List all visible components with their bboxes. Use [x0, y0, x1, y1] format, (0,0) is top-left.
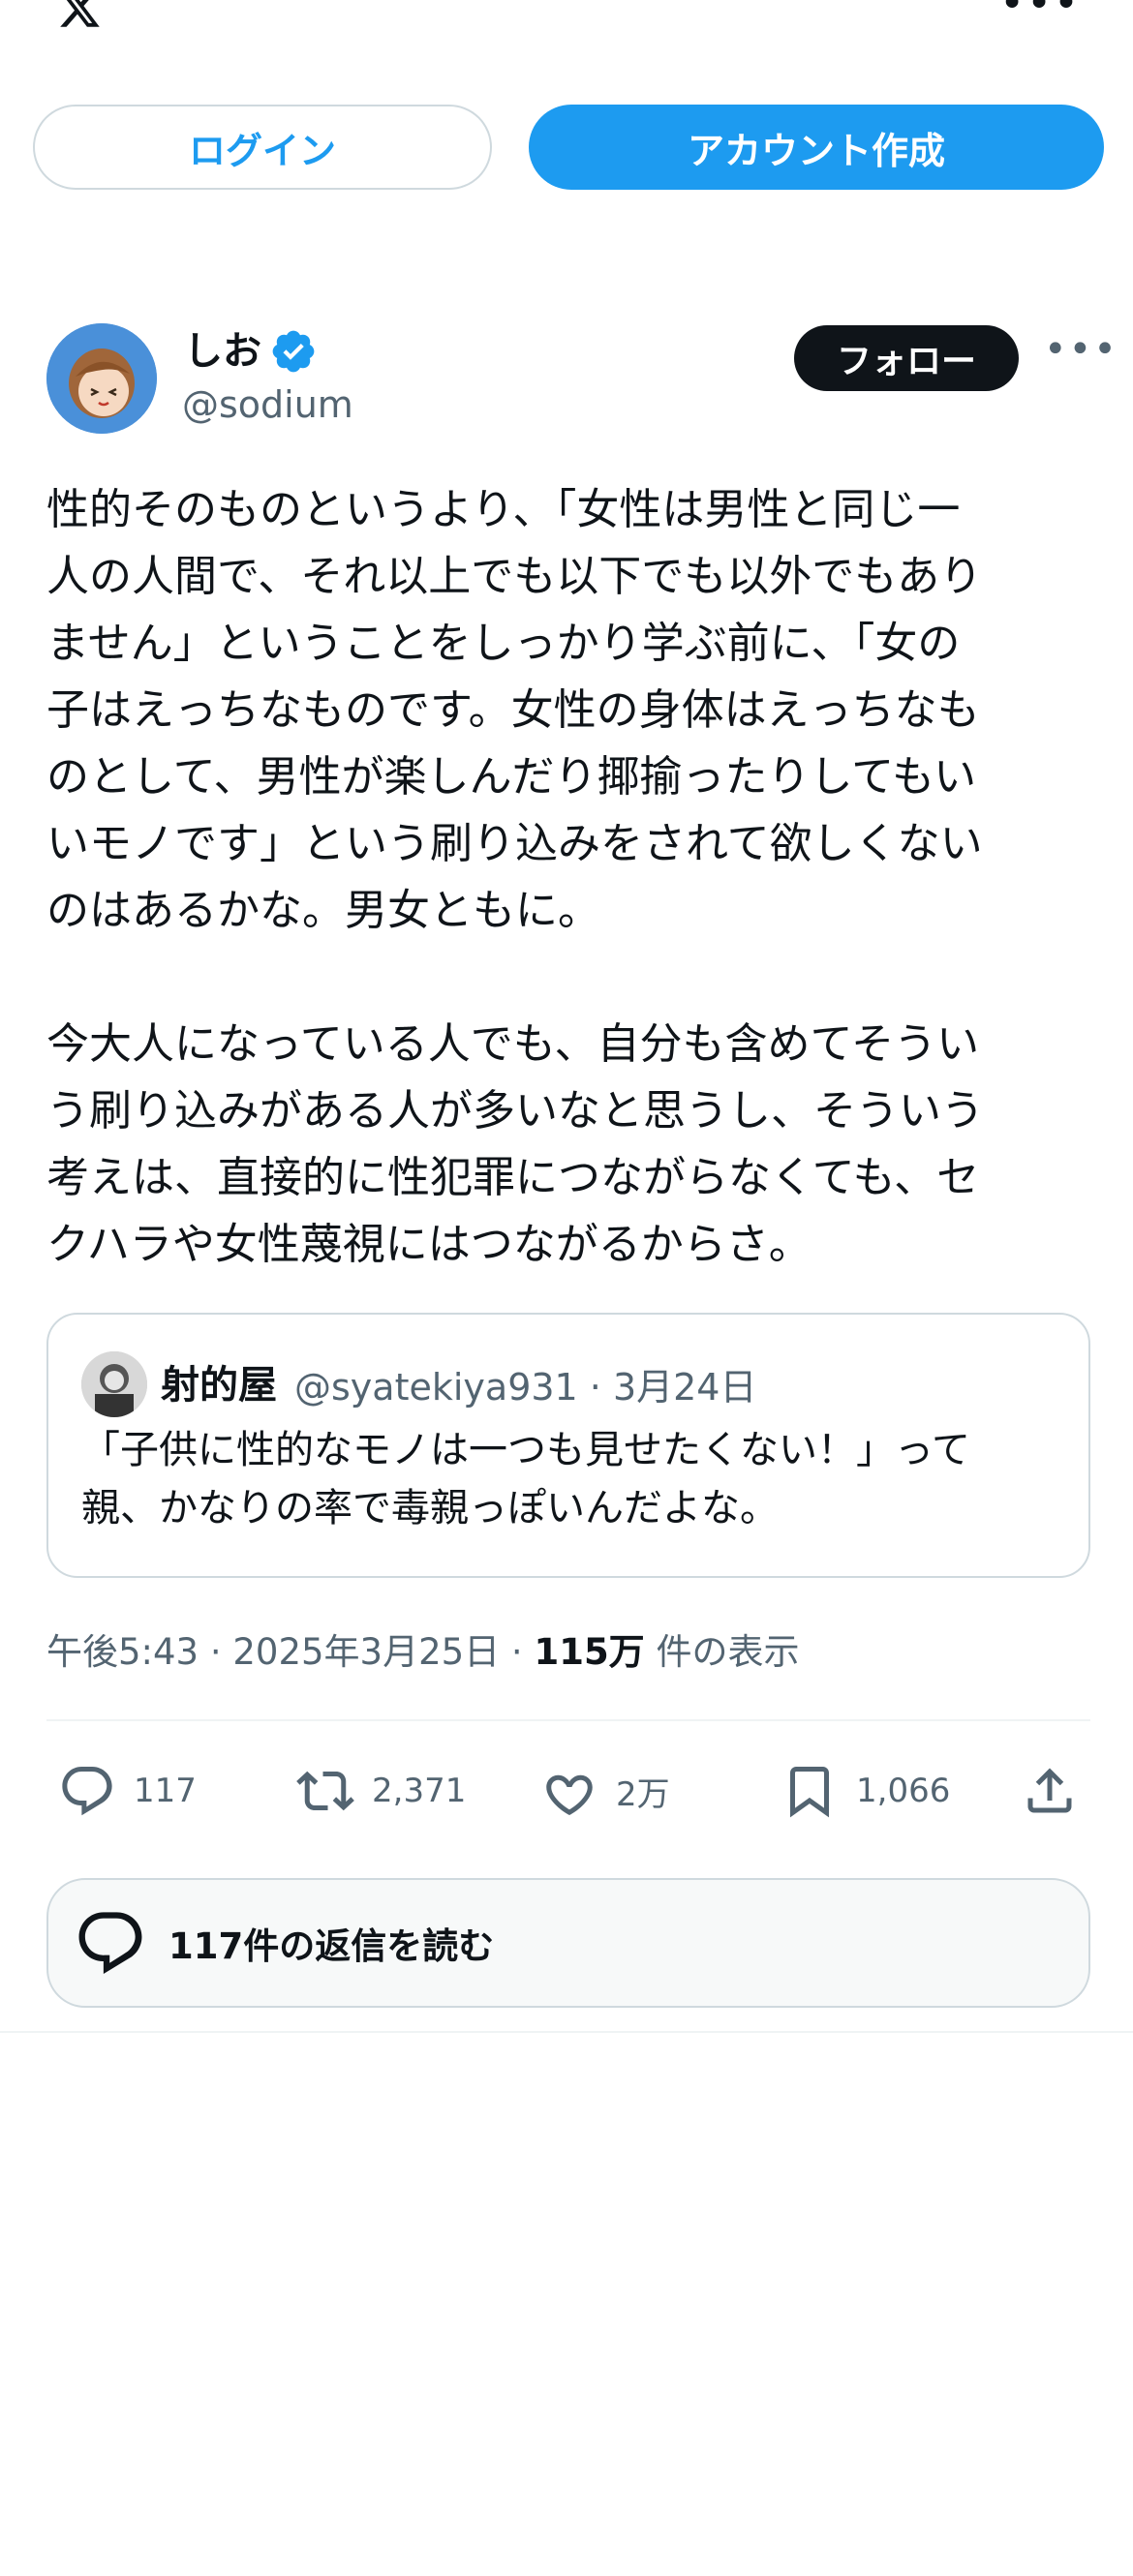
bookmark-count: 1,066 [856, 1772, 951, 1810]
post-meta: 午後5:43 · 2025年3月25日 · 115万 件の表示 [46, 1622, 799, 1675]
views-label: 件の表示 [644, 1631, 800, 1673]
heart-icon [546, 1774, 593, 1816]
reply-button[interactable]: 117 [58, 1760, 197, 1822]
avatar[interactable] [46, 323, 157, 434]
bookmark-icon [790, 1767, 829, 1818]
follow-button[interactable]: フォロー [794, 325, 1019, 391]
create-account-button[interactable]: アカウント作成 [529, 105, 1104, 190]
post-text: 性的そのものというより、「女性は男性と同じ一 人の人間で、それ以上でも以下でも以… [46, 485, 984, 1269]
views-count: 115万 [534, 1631, 645, 1673]
bookmark-button[interactable]: 1,066 [781, 1760, 950, 1822]
repost-count: 2,371 [372, 1772, 467, 1810]
like-button[interactable]: 2万 [540, 1760, 670, 1822]
author-handle[interactable]: @sodium [182, 383, 353, 426]
login-button[interactable]: ログイン [33, 105, 492, 190]
replies-bubble-icon [78, 1912, 142, 1974]
quoted-author-handle-date: @syatekiya931 · 3月24日 [294, 1366, 757, 1409]
divider [46, 1719, 1090, 1721]
like-count: 2万 [616, 1774, 670, 1814]
reply-count: 117 [134, 1772, 197, 1810]
read-replies-button[interactable]: 117件の返信を読む [46, 1878, 1090, 2008]
read-replies-label: 117件の返信を読む [168, 1925, 495, 1967]
share-icon [1027, 1768, 1072, 1813]
post-timestamp[interactable]: 午後5:43 · 2025年3月25日 · [46, 1631, 534, 1673]
share-button[interactable] [1021, 1760, 1096, 1822]
post-more-icon[interactable]: ••• [1044, 330, 1118, 369]
repost-button[interactable]: 2,371 [296, 1760, 466, 1822]
quoted-author-name: 射的屋 [161, 1363, 277, 1408]
quoted-post-text: 「子供に性的なモノは一つも見せたくない！」って 親、かなりの率で毒親っぽいんだよ… [81, 1428, 970, 1530]
quoted-avatar [81, 1351, 147, 1417]
repost-icon [296, 1771, 354, 1811]
verified-badge-icon [272, 330, 315, 373]
reply-icon [62, 1767, 112, 1816]
divider [0, 2031, 1133, 2033]
x-logo-icon[interactable] [46, 0, 112, 31]
author-name[interactable]: しお [184, 319, 261, 376]
more-horizontal-icon[interactable]: ••• [999, 0, 1081, 25]
